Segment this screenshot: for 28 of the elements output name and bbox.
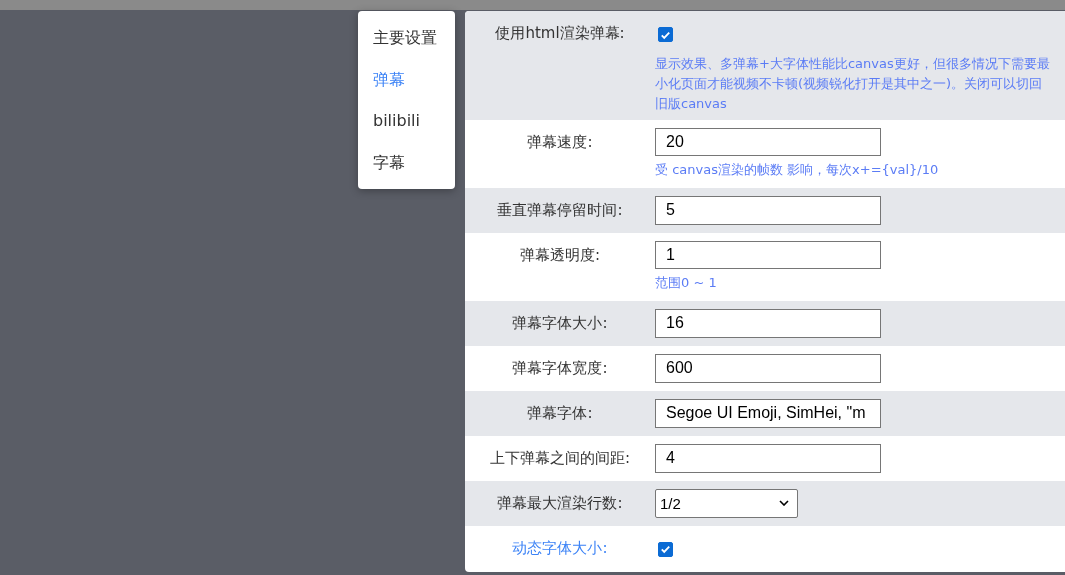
input-field[interactable]: Segoe UI Emoji, SimHei, "m <box>655 398 881 428</box>
setting-label: 弹幕字体: <box>526 402 594 424</box>
menu-item[interactable]: 字幕 <box>358 141 455 183</box>
input-field[interactable]: 5 <box>655 195 881 225</box>
input-field[interactable]: 20 <box>655 127 881 156</box>
setting-label: 弹幕最大渲染行数: <box>496 492 624 514</box>
setting-label: 垂直弹幕停留时间: <box>496 199 624 221</box>
chevron-down-icon <box>779 500 789 507</box>
menu-item[interactable]: bilibili <box>358 100 455 142</box>
checkbox[interactable] <box>658 27 673 42</box>
setting-label: 动态字体大小: <box>511 537 609 559</box>
dropdown[interactable]: 1/2 <box>655 488 798 518</box>
hint-text: 受 canvas渲染的帧数 影响，每次x+={val}/10 <box>655 160 940 179</box>
setting-label: 使用html渲染弹幕: <box>494 23 626 44</box>
input-field[interactable]: 600 <box>655 353 881 383</box>
menu-item[interactable]: 主要设置 <box>358 17 455 59</box>
setting-label: 上下弹幕之间的间距: <box>488 447 632 469</box>
input-field[interactable]: 16 <box>655 308 881 338</box>
setting-label: 弹幕字体大小: <box>511 312 609 334</box>
setting-label: 弹幕透明度: <box>518 244 602 266</box>
checkbox[interactable] <box>658 541 673 557</box>
input-field[interactable]: 1 <box>655 240 881 269</box>
setting-label: 弹幕速度: <box>526 131 594 153</box>
hint-text: 范围0 ~ 1 <box>655 273 718 292</box>
menu-item[interactable]: 弹幕 <box>358 58 455 100</box>
hint-text: 显示效果、多弹幕+大字体性能比canvas更好，但很多情况下需要最小化页面才能视频不卡顿(视频锐化打开是其中之一)。关闭可以切回旧版canvas <box>655 55 1051 113</box>
input-field[interactable]: 4 <box>655 443 881 473</box>
setting-label: 弹幕字体宽度: <box>511 357 609 379</box>
